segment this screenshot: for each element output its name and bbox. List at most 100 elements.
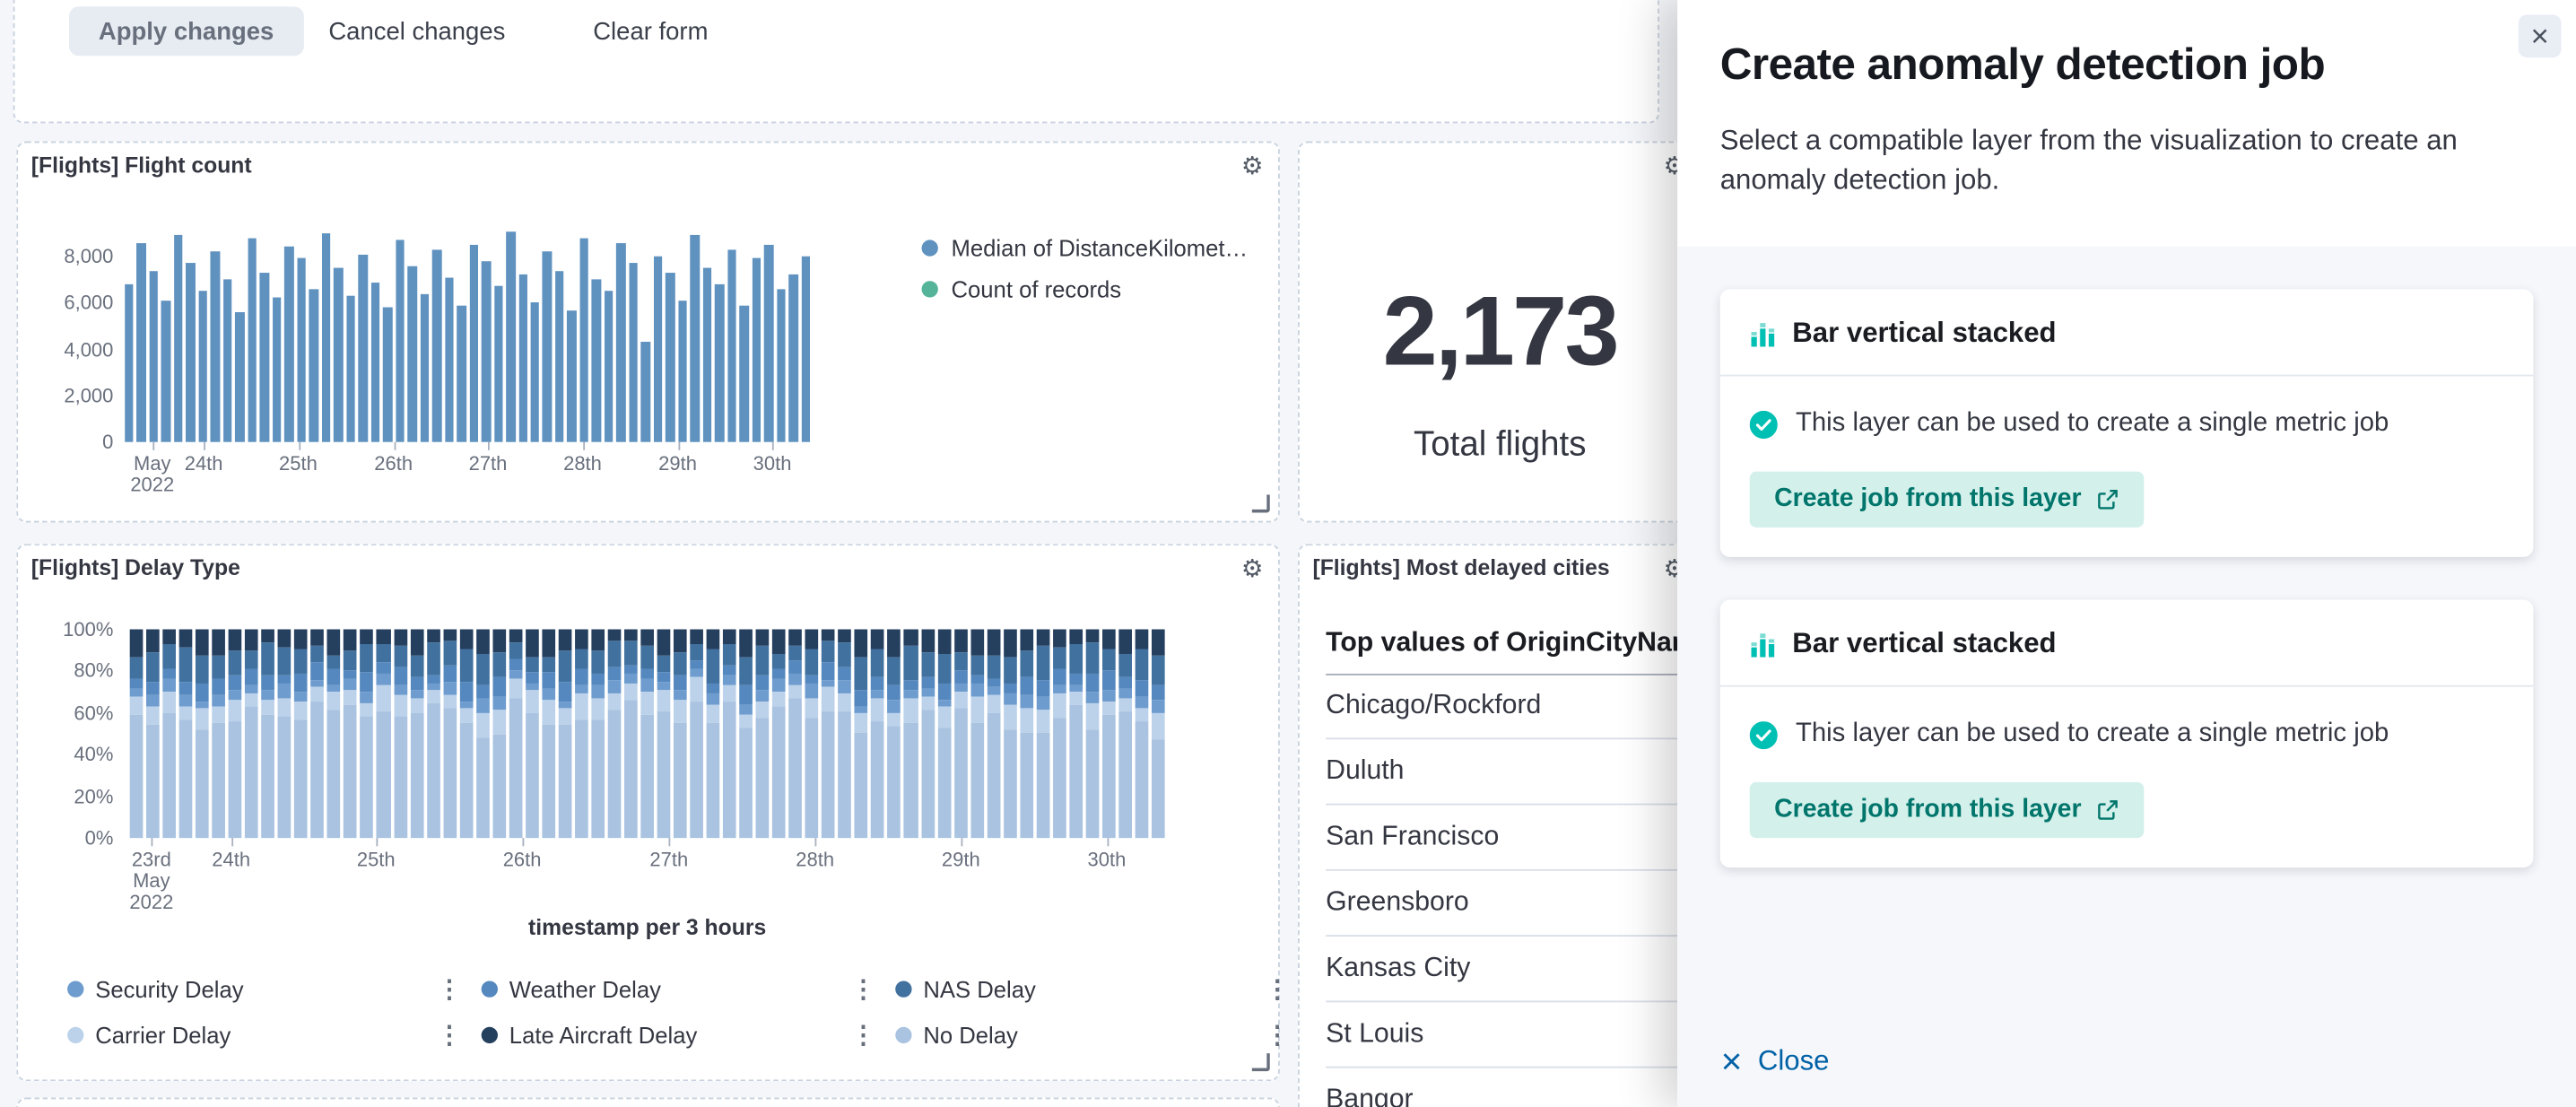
x-axis-label: 29th (658, 454, 697, 475)
legend-color-dot (922, 240, 938, 256)
legend-label: No Delay (923, 1022, 1017, 1048)
histogram-bar (493, 286, 502, 441)
panel-resize-handle[interactable] (1252, 494, 1270, 512)
histogram-bar (161, 301, 170, 442)
cancel-changes-button[interactable]: Cancel changes (328, 6, 505, 56)
stacked-bar (723, 629, 736, 838)
histogram-bar (605, 292, 614, 442)
histogram-bar (187, 263, 196, 441)
x-axis-label: 24th (185, 454, 223, 475)
panel-title[interactable]: [Flights] Most delayed cities (1312, 555, 1609, 580)
x-axis: 23rdMay202224th25th26th27th28th29th30th (130, 838, 1165, 920)
panel-title[interactable]: [Flights] Delay Type (31, 555, 240, 580)
apply-changes-button[interactable]: Apply changes (69, 6, 303, 56)
stacked-bar (772, 630, 786, 839)
stacked-bar (1152, 630, 1165, 839)
panel-flight-count: [Flights] Flight count ⚙ 02,0004,0006,00… (16, 142, 1280, 523)
legend-label: Late Aircraft Delay (509, 1022, 698, 1048)
stacked-bar (756, 630, 770, 839)
stacked-bar (855, 630, 868, 839)
legend-label: Count of records (952, 276, 1122, 302)
histogram-bar (691, 235, 700, 441)
stacked-bar (146, 629, 160, 838)
table-row[interactable]: Chicago/Rockford (1326, 674, 1701, 739)
x-axis-tick (152, 442, 154, 450)
table-row[interactable]: Greensboro (1326, 871, 1701, 937)
flyout-title: Create anomaly detection job (1720, 39, 2325, 91)
table-row[interactable]: Kansas City (1326, 937, 1701, 1002)
bar-vertical-stacked-icon (1750, 631, 1776, 657)
y-axis-label: 80% (18, 659, 113, 683)
panel-delay-type: [Flights] Delay Type ⚙ 0%20%40%60%80%100… (16, 544, 1280, 1081)
create-job-button[interactable]: Create job from this layer (1750, 782, 2144, 838)
layer-card-header: Bar vertical stacked (1720, 600, 2534, 685)
legend-label: Carrier Delay (95, 1022, 231, 1048)
table-row[interactable]: Bangor (1326, 1068, 1701, 1107)
panel-settings-gear-icon[interactable]: ⚙ (1241, 153, 1264, 182)
stacked-bar (640, 629, 654, 838)
histogram-bar (284, 247, 293, 441)
y-axis-label: 60% (18, 702, 113, 725)
legend-options-icon[interactable]: ⋮ (437, 974, 461, 1004)
panel-settings-gear-icon[interactable]: ⚙ (1241, 555, 1264, 585)
layer-title: Bar vertical stacked (1792, 318, 2056, 351)
legend-item[interactable]: Weather Delay⋮ (482, 972, 896, 1006)
x-axis-label: 28th (563, 454, 602, 475)
table-body: Chicago/RockfordDuluthSan FranciscoGreen… (1326, 674, 1701, 1107)
table-column-header[interactable]: Top values of OriginCityName (1326, 611, 1701, 675)
panel-total-flights: ⚙ 2,173 Total flights (1298, 142, 1702, 523)
legend-item[interactable]: Carrier Delay ⋮ (67, 1019, 482, 1052)
create-job-button[interactable]: Create job from this layer (1750, 472, 2144, 527)
legend-options-icon[interactable]: ⋮ (851, 1020, 875, 1050)
legend-item[interactable]: NAS Delay⋮ (895, 972, 1310, 1006)
histogram-bar (396, 240, 405, 442)
stacked-bar (361, 630, 374, 838)
stacked-bar (327, 630, 341, 839)
histogram-bar (211, 252, 220, 442)
legend-color-dot (895, 1027, 911, 1043)
x-axis-tick (669, 838, 671, 846)
legend-options-icon[interactable]: ⋮ (1265, 1020, 1289, 1050)
clear-form-button[interactable]: Clear form (593, 6, 708, 56)
table-row[interactable]: St Louis (1326, 1002, 1701, 1068)
histogram-bar (788, 275, 797, 441)
stacked-bar (970, 630, 984, 839)
x-axis-label: 23rdMay2022 (129, 850, 173, 913)
stacked-bar (443, 630, 457, 839)
x-axis-tick (582, 442, 584, 450)
flyout-close-button[interactable]: Close (1720, 1045, 1830, 1078)
flyout-body: Bar vertical stacked This layer can be u… (1677, 247, 2576, 1107)
panel-resize-handle[interactable] (1252, 1053, 1270, 1071)
stacked-bar (1036, 630, 1049, 839)
legend-item[interactable]: Late Aircraft Delay ⋮ (482, 1019, 896, 1052)
stacked-bar (953, 630, 967, 839)
histogram-bar (666, 273, 674, 442)
x-axis-label: 25th (279, 454, 318, 475)
table-row[interactable]: San Francisco (1326, 805, 1701, 870)
legend-options-icon[interactable]: ⋮ (1265, 974, 1289, 1004)
x-axis-title: timestamp per 3 hours (130, 915, 1165, 939)
legend-item-count-of-records[interactable]: Count of records (922, 276, 1249, 302)
stacked-bar (937, 630, 951, 839)
legend-options-icon[interactable]: ⋮ (851, 974, 875, 1004)
stacked-bar (1053, 630, 1066, 839)
external-link-icon (2096, 488, 2119, 511)
stacked-bar (410, 629, 423, 838)
stacked-bar (394, 629, 407, 838)
legend-item-median-distance[interactable]: Median of DistanceKilomet… (922, 235, 1249, 261)
legend-options-icon[interactable]: ⋮ (437, 1020, 461, 1050)
flyout-close-icon[interactable] (2519, 14, 2562, 57)
panel-title[interactable]: [Flights] Flight count (31, 153, 252, 177)
legend-item[interactable]: Security Delay⋮ (67, 972, 482, 1006)
y-axis-label: 0% (18, 826, 113, 850)
histogram-bar (322, 233, 331, 442)
stacked-bar (492, 630, 506, 839)
table-row[interactable]: Duluth (1326, 739, 1701, 805)
create-job-button-label: Create job from this layer (1774, 484, 2081, 514)
y-axis-label: 40% (18, 743, 113, 766)
x-axis-label: 26th (374, 454, 413, 475)
stacked-bar (459, 630, 473, 839)
x-axis-tick (394, 442, 396, 450)
x-axis-label: 28th (796, 850, 834, 871)
legend-item[interactable]: No Delay ⋮ (895, 1019, 1310, 1052)
